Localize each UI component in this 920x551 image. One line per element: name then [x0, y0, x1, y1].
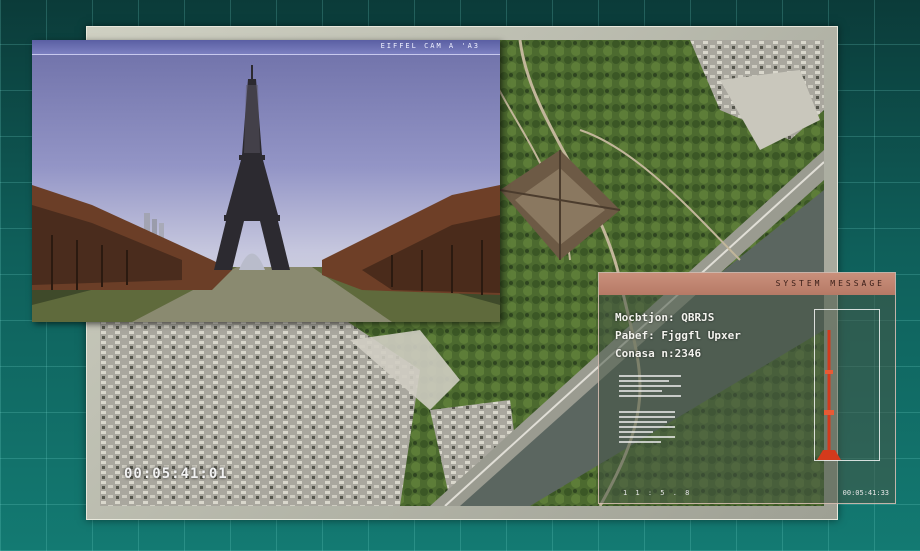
system-message-header: SYSTEM MESSAGE — [599, 273, 895, 295]
target-marker-box — [814, 309, 880, 461]
tower-marker-icon — [817, 330, 841, 460]
eiffel-tower-photo — [32, 65, 500, 322]
map-timecode: 00:05:41:01 — [124, 466, 228, 482]
system-message-timecode: 00:05:41:33 — [842, 489, 889, 497]
camera-header-bar: EIFFEL CAM A 'A3 — [32, 40, 500, 55]
system-message-panel: SYSTEM MESSAGE Mocbtjon: QBRJS Pabef: Fj… — [598, 272, 896, 504]
system-message-code: 1 1 : 5 . 8 — [623, 489, 692, 497]
eiffel-camera-window: EIFFEL CAM A 'A3 — [32, 40, 500, 322]
system-message-line-label: Pabef: Fjggfl Upxer — [615, 329, 741, 342]
system-message-title: SYSTEM MESSAGE — [775, 279, 885, 288]
system-message-line-camera: Conasa n:2346 — [615, 347, 702, 360]
camera-title: EIFFEL CAM A 'A3 — [380, 42, 480, 50]
system-message-filler-text-1 — [619, 375, 681, 400]
system-message-filler-text-2 — [619, 411, 675, 446]
system-message-line-location: Mocbtjon: QBRJS — [615, 311, 715, 324]
